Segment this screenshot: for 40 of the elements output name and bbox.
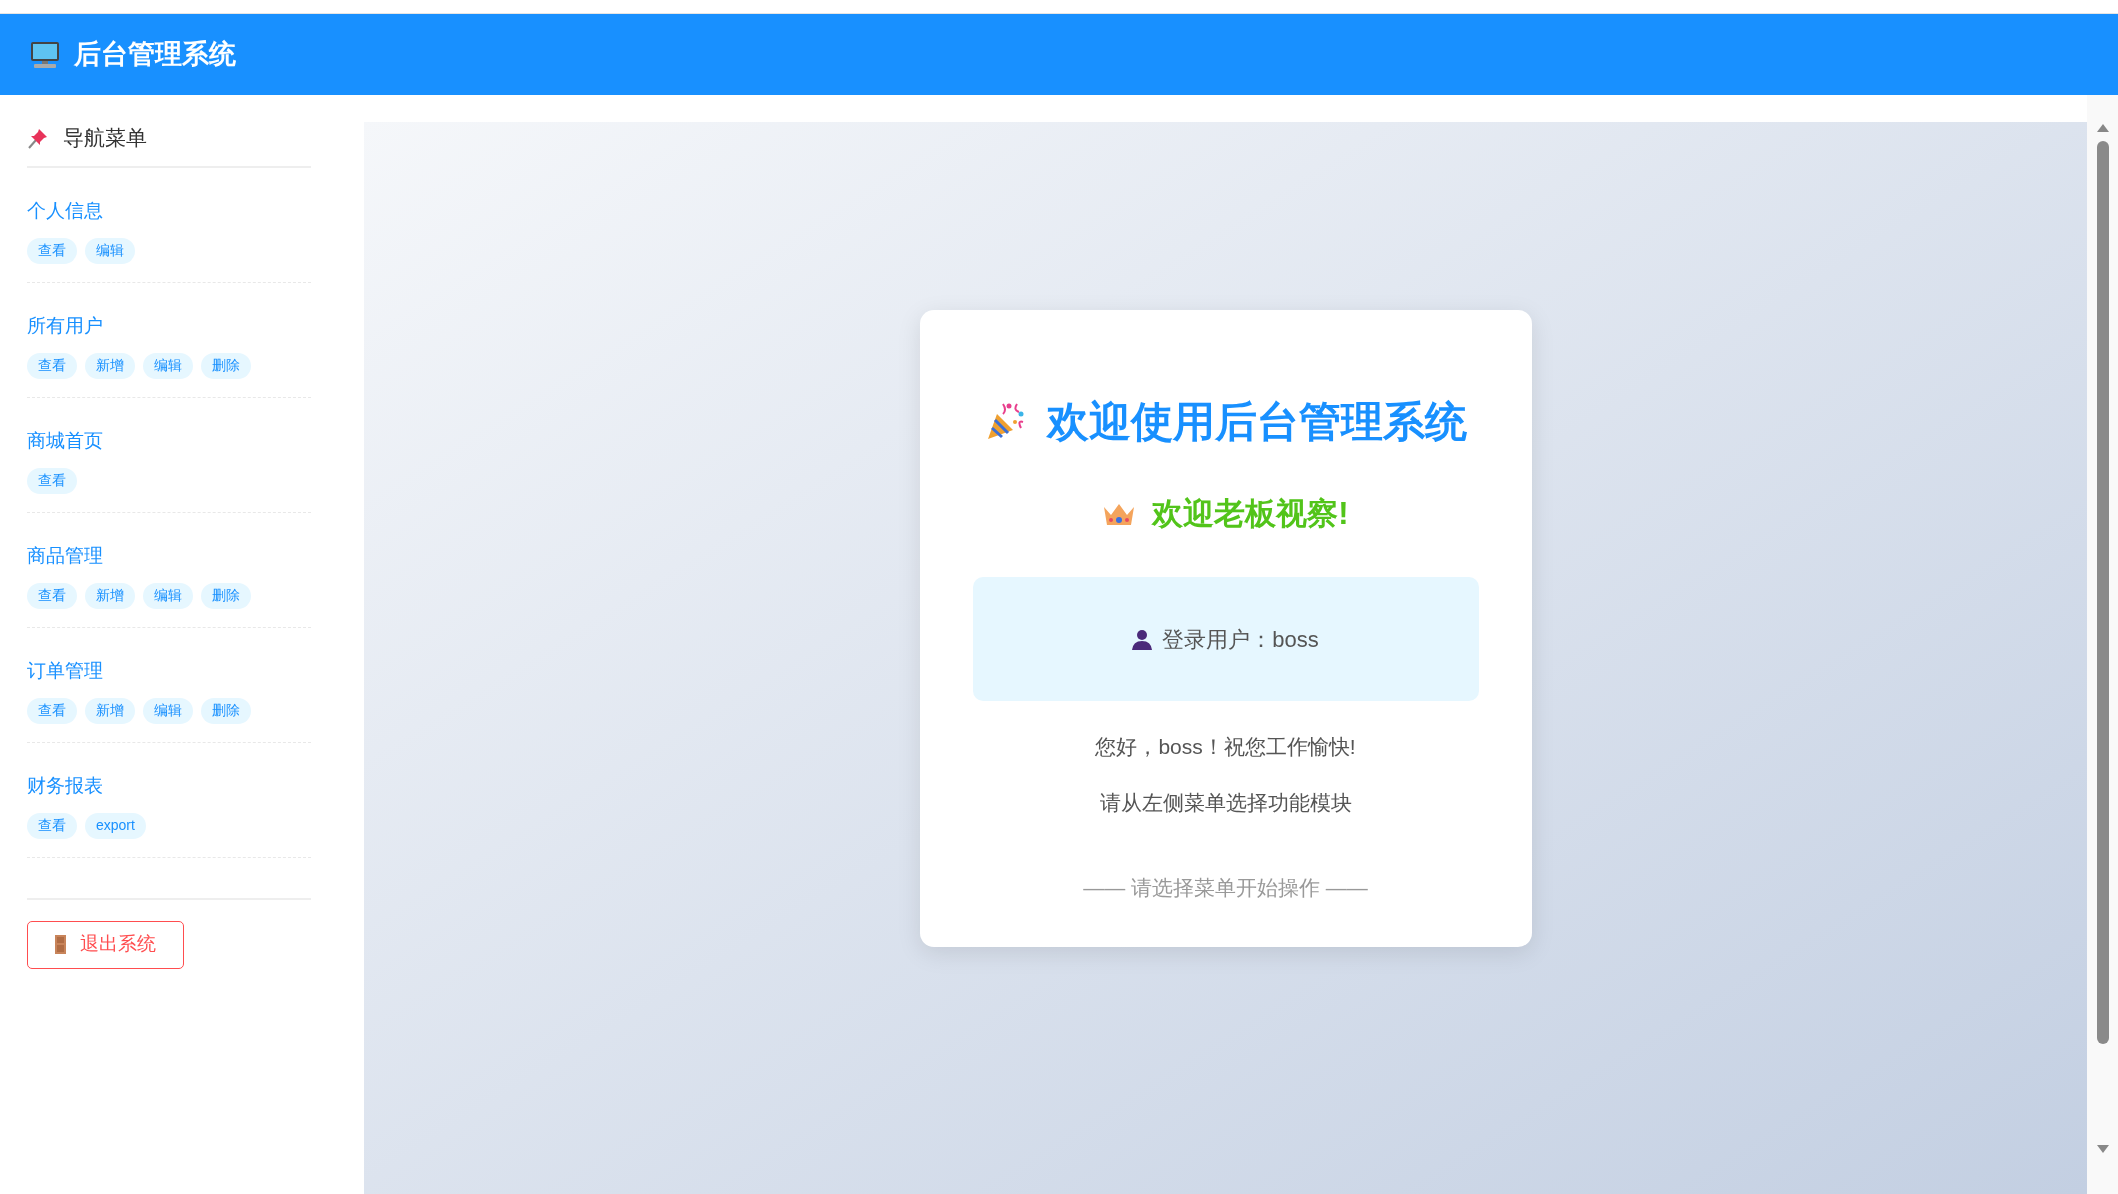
pushpin-icon [27, 126, 49, 149]
action-tag[interactable]: export [85, 812, 146, 839]
logout-button[interactable]: 退出系统 [27, 920, 184, 969]
action-tag[interactable]: 新增 [85, 697, 135, 724]
action-tag[interactable]: 查看 [27, 352, 77, 379]
scroll-up-arrow-icon[interactable] [2095, 123, 2110, 133]
action-tag[interactable]: 查看 [27, 467, 77, 494]
menu-item[interactable]: 商城首页 [27, 427, 103, 454]
action-tag[interactable]: 删除 [201, 352, 251, 379]
hint-text: 请从左侧菜单选择功能模块 [1099, 789, 1352, 816]
greeting-message: 您好，boss！祝您工作愉快! [1095, 734, 1356, 760]
action-tag[interactable]: 删除 [201, 697, 251, 724]
action-tag[interactable]: 查看 [27, 237, 77, 264]
action-tag[interactable]: 查看 [27, 812, 77, 839]
monitor-icon [30, 40, 60, 69]
login-user-text: 登录用户：boss [1162, 625, 1319, 654]
app-title: 后台管理系统 [74, 38, 236, 72]
menu-item[interactable]: 商品管理 [27, 542, 103, 569]
welcome-title: 欢迎使用后台管理系统 [1046, 396, 1467, 447]
menu-item[interactable]: 订单管理 [27, 657, 103, 684]
action-tag[interactable]: 删除 [201, 582, 251, 609]
scroll-thumb[interactable] [2096, 141, 2109, 1044]
action-tag[interactable]: 新增 [85, 352, 135, 379]
menu-item[interactable]: 个人信息 [27, 197, 103, 224]
action-tag[interactable]: 查看 [27, 697, 77, 724]
menu-item[interactable]: 财务报表 [27, 772, 103, 799]
action-tag[interactable]: 编辑 [143, 352, 193, 379]
action-tag[interactable]: 编辑 [143, 697, 193, 724]
door-icon [55, 935, 66, 954]
action-tag[interactable]: 查看 [27, 582, 77, 609]
greeting-text: 欢迎老板视察! [1152, 494, 1349, 533]
action-tag[interactable]: 新增 [85, 582, 135, 609]
action-tag[interactable]: 编辑 [85, 237, 135, 264]
footer-hint: —— 请选择菜单开始操作 —— [1083, 875, 1368, 901]
sidebar-heading: 导航菜单 [63, 125, 147, 151]
action-tag[interactable]: 编辑 [143, 582, 193, 609]
scroll-down-arrow-icon[interactable] [2095, 1144, 2110, 1154]
scrollbar[interactable] [2087, 95, 2118, 1194]
user-icon [1132, 628, 1153, 650]
menu-item[interactable]: 所有用户 [27, 312, 103, 339]
